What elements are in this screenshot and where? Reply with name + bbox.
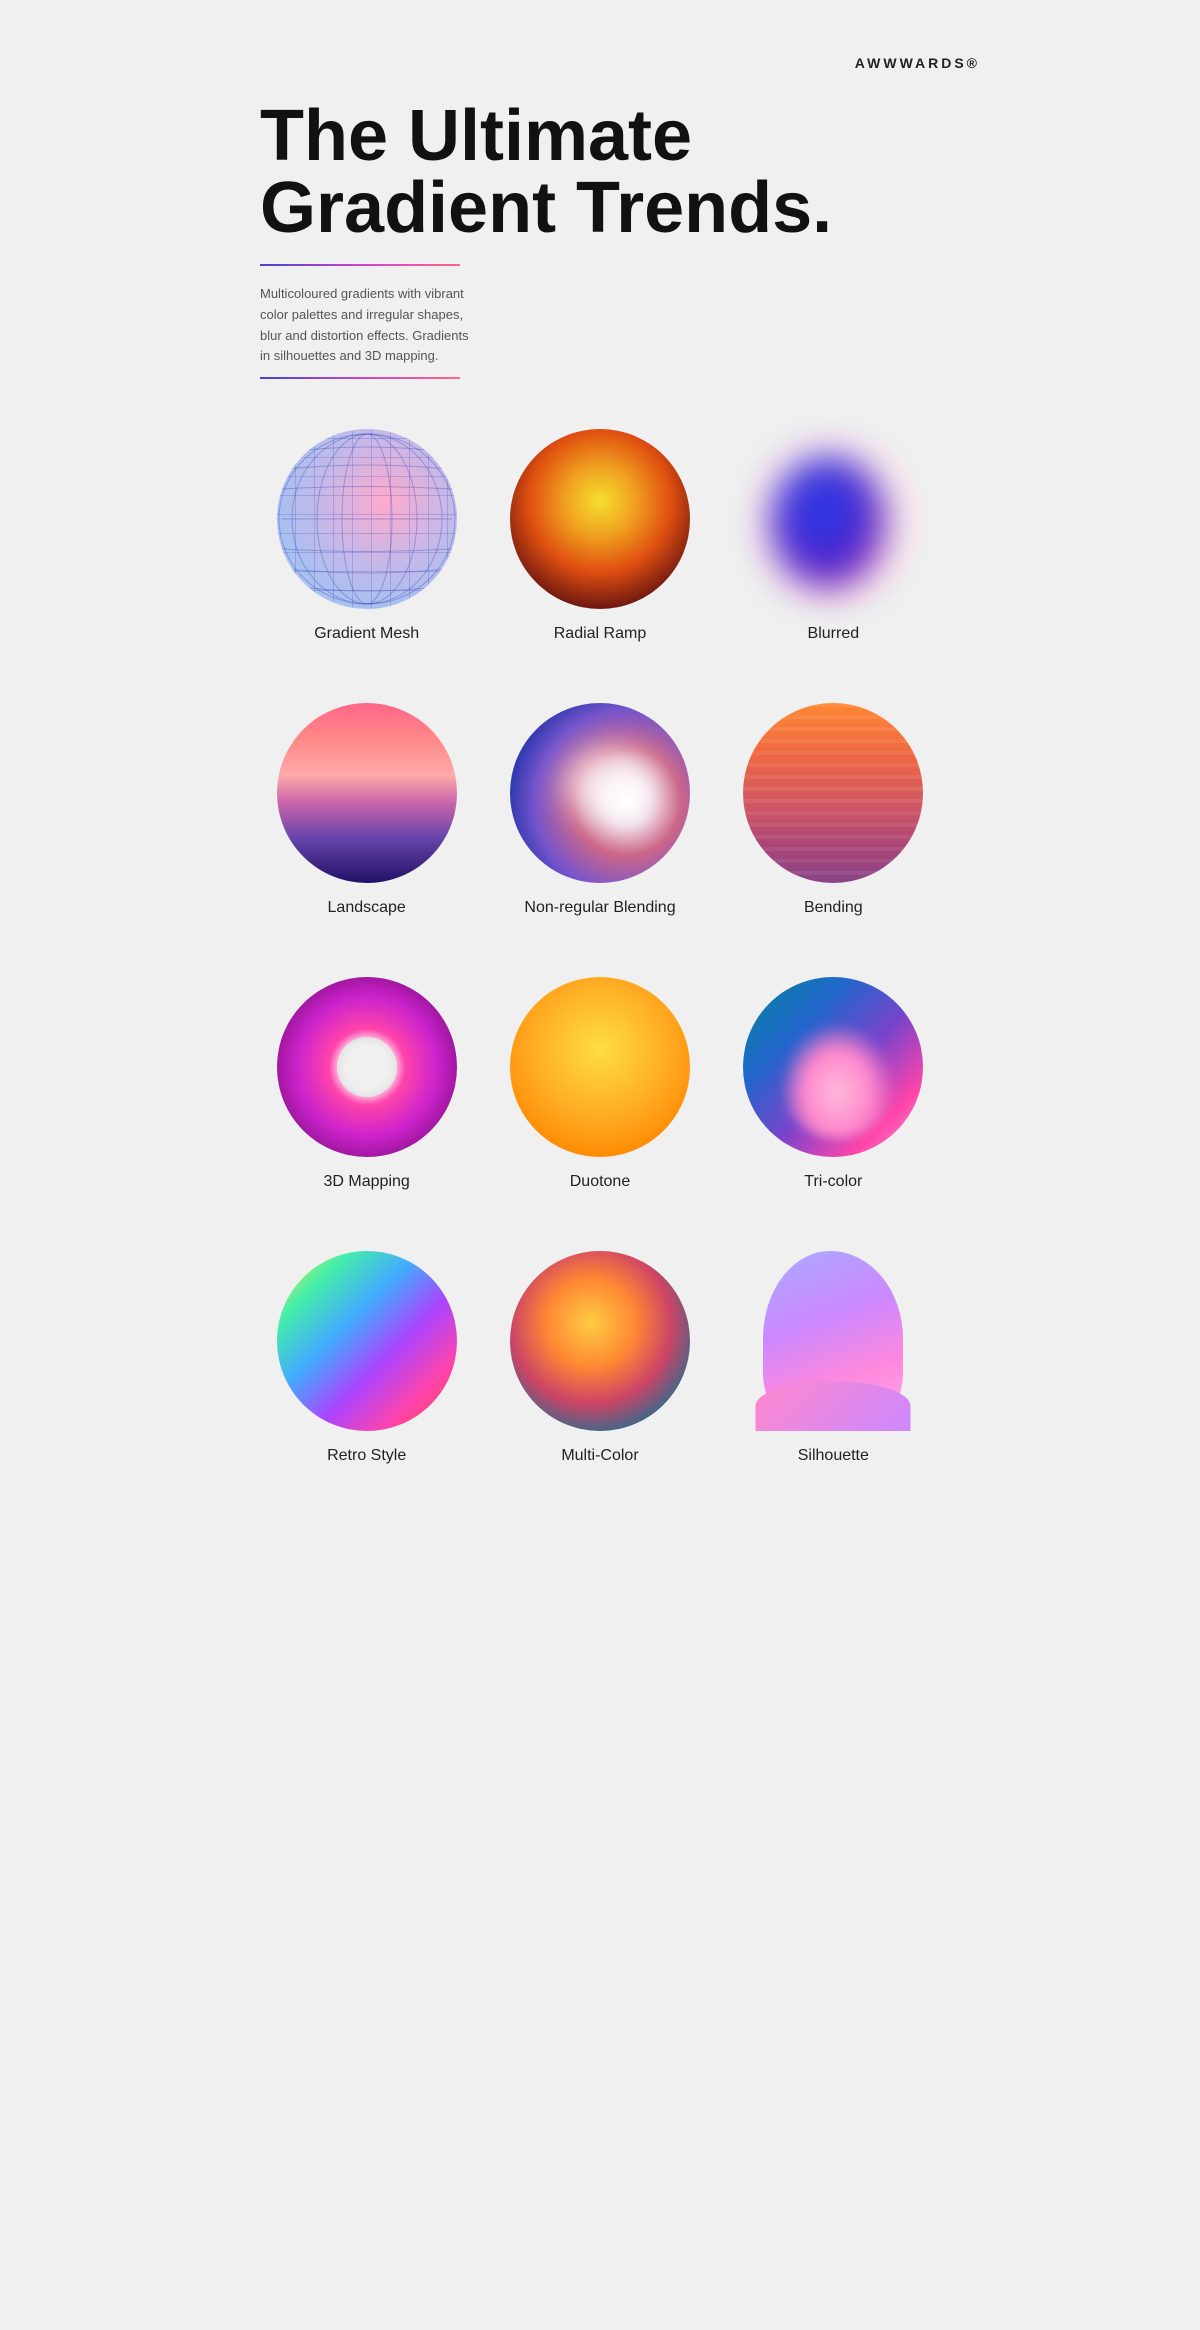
list-item: Landscape bbox=[260, 703, 473, 917]
list-item: Non-regular Blending bbox=[493, 703, 706, 917]
multi-color-label: Multi-Color bbox=[561, 1447, 638, 1465]
radial-ramp-label: Radial Ramp bbox=[554, 625, 646, 643]
bending-label: Bending bbox=[804, 899, 863, 917]
list-item: Bending bbox=[727, 703, 940, 917]
list-item: Multi-Color bbox=[493, 1251, 706, 1465]
silhouette-label: Silhouette bbox=[798, 1447, 869, 1465]
silhouette-circle bbox=[743, 1251, 923, 1431]
non-regular-circle bbox=[510, 703, 690, 883]
list-item: Tri-color bbox=[727, 977, 940, 1191]
subtitle-underline bbox=[260, 377, 460, 379]
list-item: Retro Style bbox=[260, 1251, 473, 1465]
blurred-label: Blurred bbox=[808, 625, 860, 643]
retro-style-label: Retro Style bbox=[327, 1447, 406, 1465]
list-item: Radial Ramp bbox=[493, 429, 706, 643]
duotone-label: Duotone bbox=[570, 1173, 631, 1191]
3d-mapping-label: 3D Mapping bbox=[324, 1173, 410, 1191]
retro-style-circle bbox=[277, 1251, 457, 1431]
duotone-circle bbox=[510, 977, 690, 1157]
landscape-label: Landscape bbox=[328, 899, 406, 917]
multi-color-circle bbox=[510, 1251, 690, 1431]
gradient-mesh-circle bbox=[277, 429, 457, 609]
non-regular-label: Non-regular Blending bbox=[524, 899, 675, 917]
tricolor-label: Tri-color bbox=[804, 1173, 862, 1191]
3d-mapping-circle bbox=[277, 977, 457, 1157]
radial-ramp-circle bbox=[510, 429, 690, 609]
page-title: The Ultimate Gradient Trends. bbox=[260, 100, 940, 244]
brand-logo: AWWWARDS® bbox=[855, 55, 980, 71]
landscape-circle bbox=[277, 703, 457, 883]
list-item: 3D Mapping bbox=[260, 977, 473, 1191]
list-item: Duotone bbox=[493, 977, 706, 1191]
bending-circle bbox=[743, 703, 923, 883]
title-underline bbox=[260, 264, 460, 266]
list-item: Gradient Mesh bbox=[260, 429, 473, 643]
tricolor-circle bbox=[743, 977, 923, 1157]
gradient-mesh-label: Gradient Mesh bbox=[314, 625, 419, 643]
subtitle-text: Multicoloured gradients with vibrant col… bbox=[260, 284, 480, 367]
list-item: Blurred bbox=[727, 429, 940, 643]
blurred-circle bbox=[743, 429, 923, 609]
list-item: Silhouette bbox=[727, 1251, 940, 1465]
gradient-grid: Gradient Mesh Radial Ramp Blurred Landsc… bbox=[260, 429, 940, 1465]
